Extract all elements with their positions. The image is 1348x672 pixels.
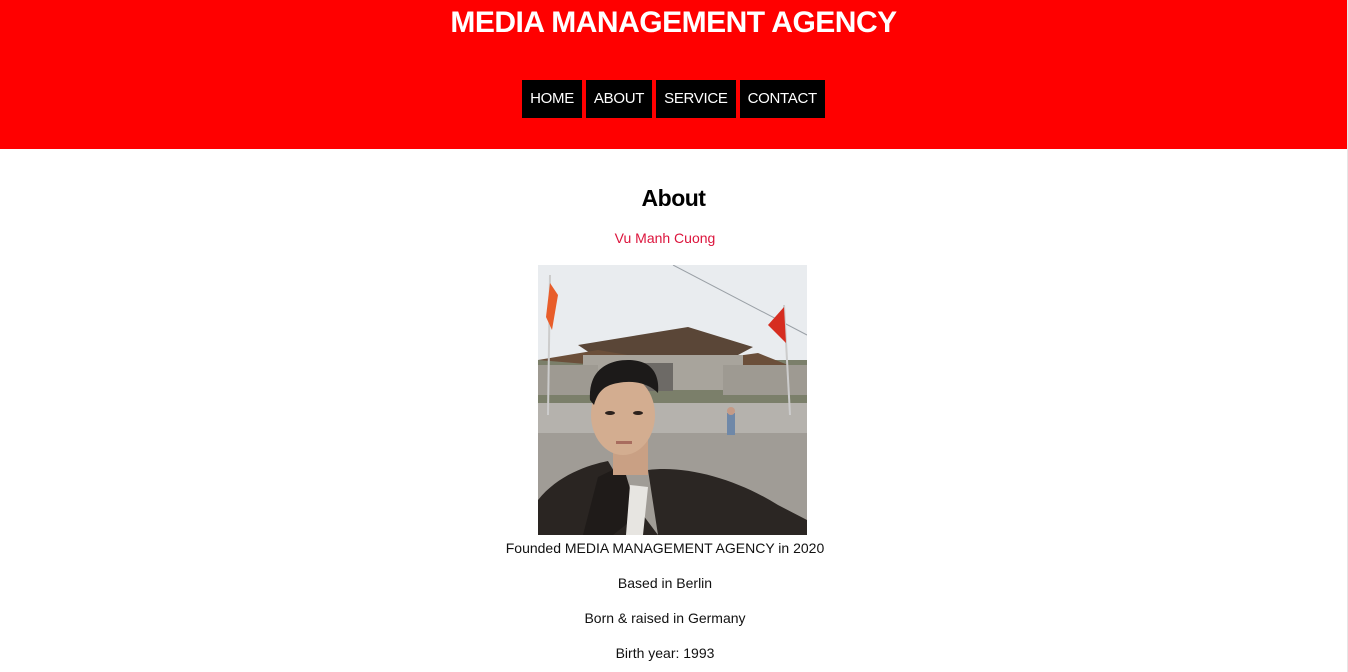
nav-contact[interactable]: CONTACT bbox=[739, 80, 825, 118]
nav-about[interactable]: ABOUT bbox=[585, 80, 653, 118]
profile-photo-image bbox=[538, 265, 807, 535]
page-title: About bbox=[641, 185, 706, 211]
site-title: MEDIA MANAGEMENT AGENCY bbox=[450, 6, 897, 39]
site-header: MEDIA MANAGEMENT AGENCY HOME ABOUT SERVI… bbox=[0, 0, 1347, 149]
profile-photo bbox=[538, 265, 807, 535]
nav-service[interactable]: SERVICE bbox=[656, 80, 736, 118]
author-name: Vu Manh Cuong bbox=[614, 230, 716, 246]
nav-home[interactable]: HOME bbox=[522, 80, 582, 118]
fact-based: Based in Berlin bbox=[617, 575, 713, 591]
fact-birth-year: Birth year: 1993 bbox=[615, 645, 715, 661]
main-nav: HOME ABOUT SERVICE CONTACT bbox=[0, 80, 1347, 118]
fact-founded: Founded MEDIA MANAGEMENT AGENCY in 2020 bbox=[505, 540, 825, 556]
fact-born: Born & raised in Germany bbox=[584, 610, 746, 626]
